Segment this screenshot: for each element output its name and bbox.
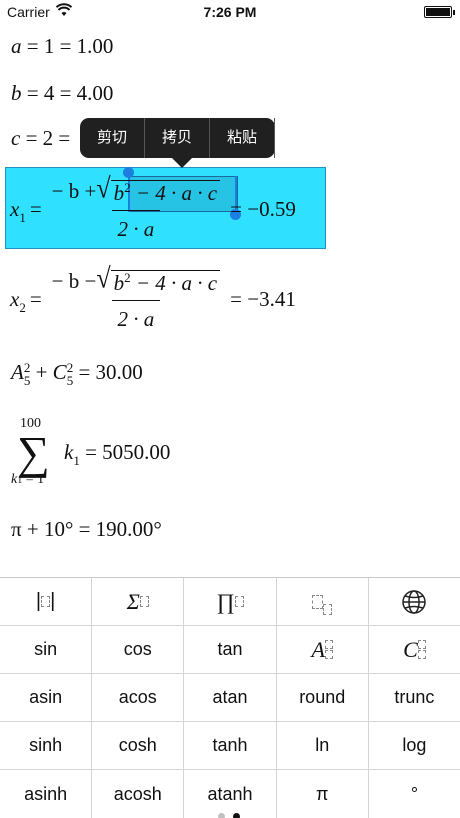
- abs-template-key[interactable]: | |: [0, 578, 93, 625]
- menu-pointer: [172, 158, 192, 168]
- clock: 7:26 PM: [203, 4, 257, 20]
- atanh-key[interactable]: atanh: [184, 770, 277, 818]
- subscript-template-key[interactable]: [277, 578, 369, 625]
- expression-x2[interactable]: x2 = − b − √ b2 − 4 · a · c 2 · a = −3.41: [10, 264, 296, 332]
- x1-fraction: − b + √ b2 − 4 · a · c 2 · a: [46, 174, 226, 242]
- battery-icon: [424, 6, 455, 18]
- x1-lhs: x1: [10, 196, 26, 225]
- permutation-key[interactable]: A: [277, 626, 369, 673]
- acos-key[interactable]: acos: [92, 674, 185, 721]
- keyboard-page-indicator[interactable]: [218, 813, 240, 818]
- expression-a[interactable]: a = 1 = 1.00: [11, 34, 113, 59]
- globe-icon[interactable]: [369, 578, 460, 625]
- sigma-symbol: ∑: [17, 427, 50, 478]
- var-b: b: [11, 81, 22, 105]
- pi-key[interactable]: π: [277, 770, 369, 818]
- sinh-key[interactable]: sinh: [0, 722, 93, 769]
- var-a: a: [11, 34, 22, 58]
- round-key[interactable]: round: [277, 674, 369, 721]
- expression-permutation[interactable]: A25 + C25 = 30.00: [11, 360, 143, 387]
- product-template-key[interactable]: ∏: [184, 578, 277, 625]
- x2-result: = −3.41: [230, 286, 296, 311]
- expression-pi[interactable]: π + 10° = 190.00°: [11, 517, 162, 542]
- log-key[interactable]: log: [369, 722, 460, 769]
- expression-x1[interactable]: x1 = − b + √ b2 − 4 · a · c 2 · a = −0.59: [10, 174, 296, 242]
- copy-menu-item[interactable]: 拷贝: [145, 118, 211, 158]
- cosh-key[interactable]: cosh: [92, 722, 185, 769]
- tan-key[interactable]: tan: [184, 626, 277, 673]
- edit-context-menu: 剪切 拷贝 粘贴: [80, 118, 276, 168]
- asin-key[interactable]: asin: [0, 674, 93, 721]
- acosh-key[interactable]: acosh: [92, 770, 185, 818]
- combination-key[interactable]: C: [369, 626, 460, 673]
- x2-lhs: x2: [10, 286, 26, 315]
- paste-menu-item[interactable]: 粘贴: [210, 118, 276, 158]
- cut-menu-item[interactable]: 剪切: [80, 118, 146, 158]
- expr-c-rest: = 2 =: [20, 126, 71, 150]
- atan-key[interactable]: atan: [184, 674, 277, 721]
- x2-fraction: − b − √ b2 − 4 · a · c 2 · a: [46, 264, 226, 332]
- ln-key[interactable]: ln: [277, 722, 369, 769]
- x1-result: = −0.59: [230, 196, 296, 221]
- sum-template-key[interactable]: Σ: [92, 578, 185, 625]
- expr-a-rest: = 1 = 1.00: [21, 34, 114, 58]
- asinh-key[interactable]: asinh: [0, 770, 93, 818]
- expression-c[interactable]: c = 2 =: [11, 126, 70, 151]
- expr-b-rest: = 4 = 4.00: [21, 81, 114, 105]
- trunc-key[interactable]: trunc: [369, 674, 460, 721]
- sin-key[interactable]: sin: [0, 626, 93, 673]
- expression-b[interactable]: b = 4 = 4.00: [11, 81, 113, 106]
- status-bar: Carrier 7:26 PM: [0, 0, 460, 24]
- sum-body: k1 = 5050.00: [64, 440, 171, 468]
- sum-lower-limit: k1 = 1: [11, 472, 45, 487]
- tanh-key[interactable]: tanh: [184, 722, 277, 769]
- math-keyboard: | | Σ ∏ sin cos tan A C asin acos atan ro…: [0, 577, 460, 818]
- degree-key[interactable]: °: [369, 770, 460, 818]
- var-c: c: [11, 126, 21, 150]
- cos-key[interactable]: cos: [92, 626, 185, 673]
